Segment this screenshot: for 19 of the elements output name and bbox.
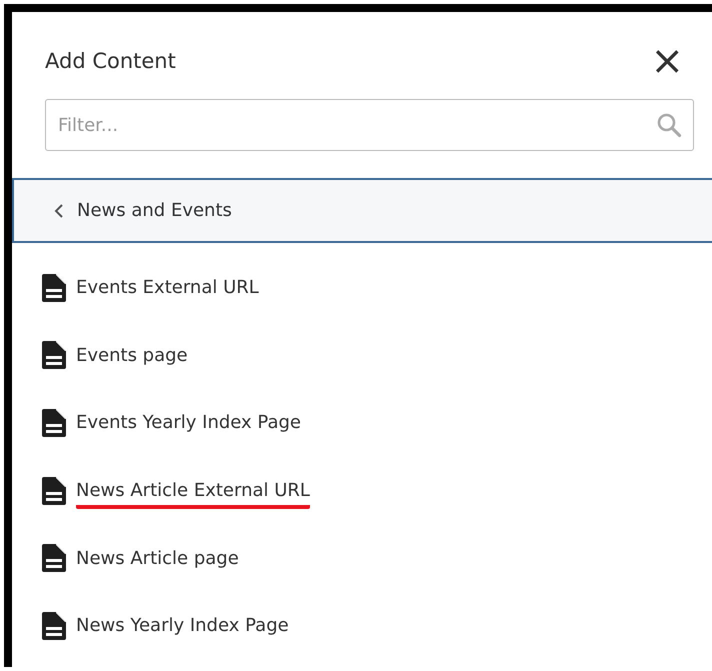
content-type-item[interactable]: Events page bbox=[76, 344, 188, 374]
panel-title: Add Content bbox=[45, 49, 176, 73]
document-icon bbox=[42, 544, 66, 572]
content-type-item[interactable]: Events External URL bbox=[76, 277, 259, 306]
document-icon bbox=[42, 341, 66, 370]
document-icon bbox=[42, 274, 66, 302]
close-button[interactable]: × bbox=[646, 46, 688, 76]
content-type-item[interactable]: Events Yearly Index Page bbox=[76, 412, 301, 442]
back-row[interactable]: News and Events bbox=[12, 178, 712, 243]
content-type-item[interactable]: News Article External URL bbox=[76, 480, 310, 510]
content-type-item[interactable]: News Yearly Index Page bbox=[76, 615, 289, 644]
chevron-left-icon bbox=[54, 202, 64, 218]
document-icon bbox=[42, 408, 66, 437]
filter-field[interactable]: Filter... bbox=[45, 99, 694, 151]
content-type-item[interactable]: News Article page bbox=[76, 548, 239, 577]
back-row-label: News and Events bbox=[77, 200, 232, 221]
document-icon bbox=[42, 612, 66, 640]
document-icon bbox=[42, 476, 66, 505]
search-icon bbox=[656, 112, 682, 138]
